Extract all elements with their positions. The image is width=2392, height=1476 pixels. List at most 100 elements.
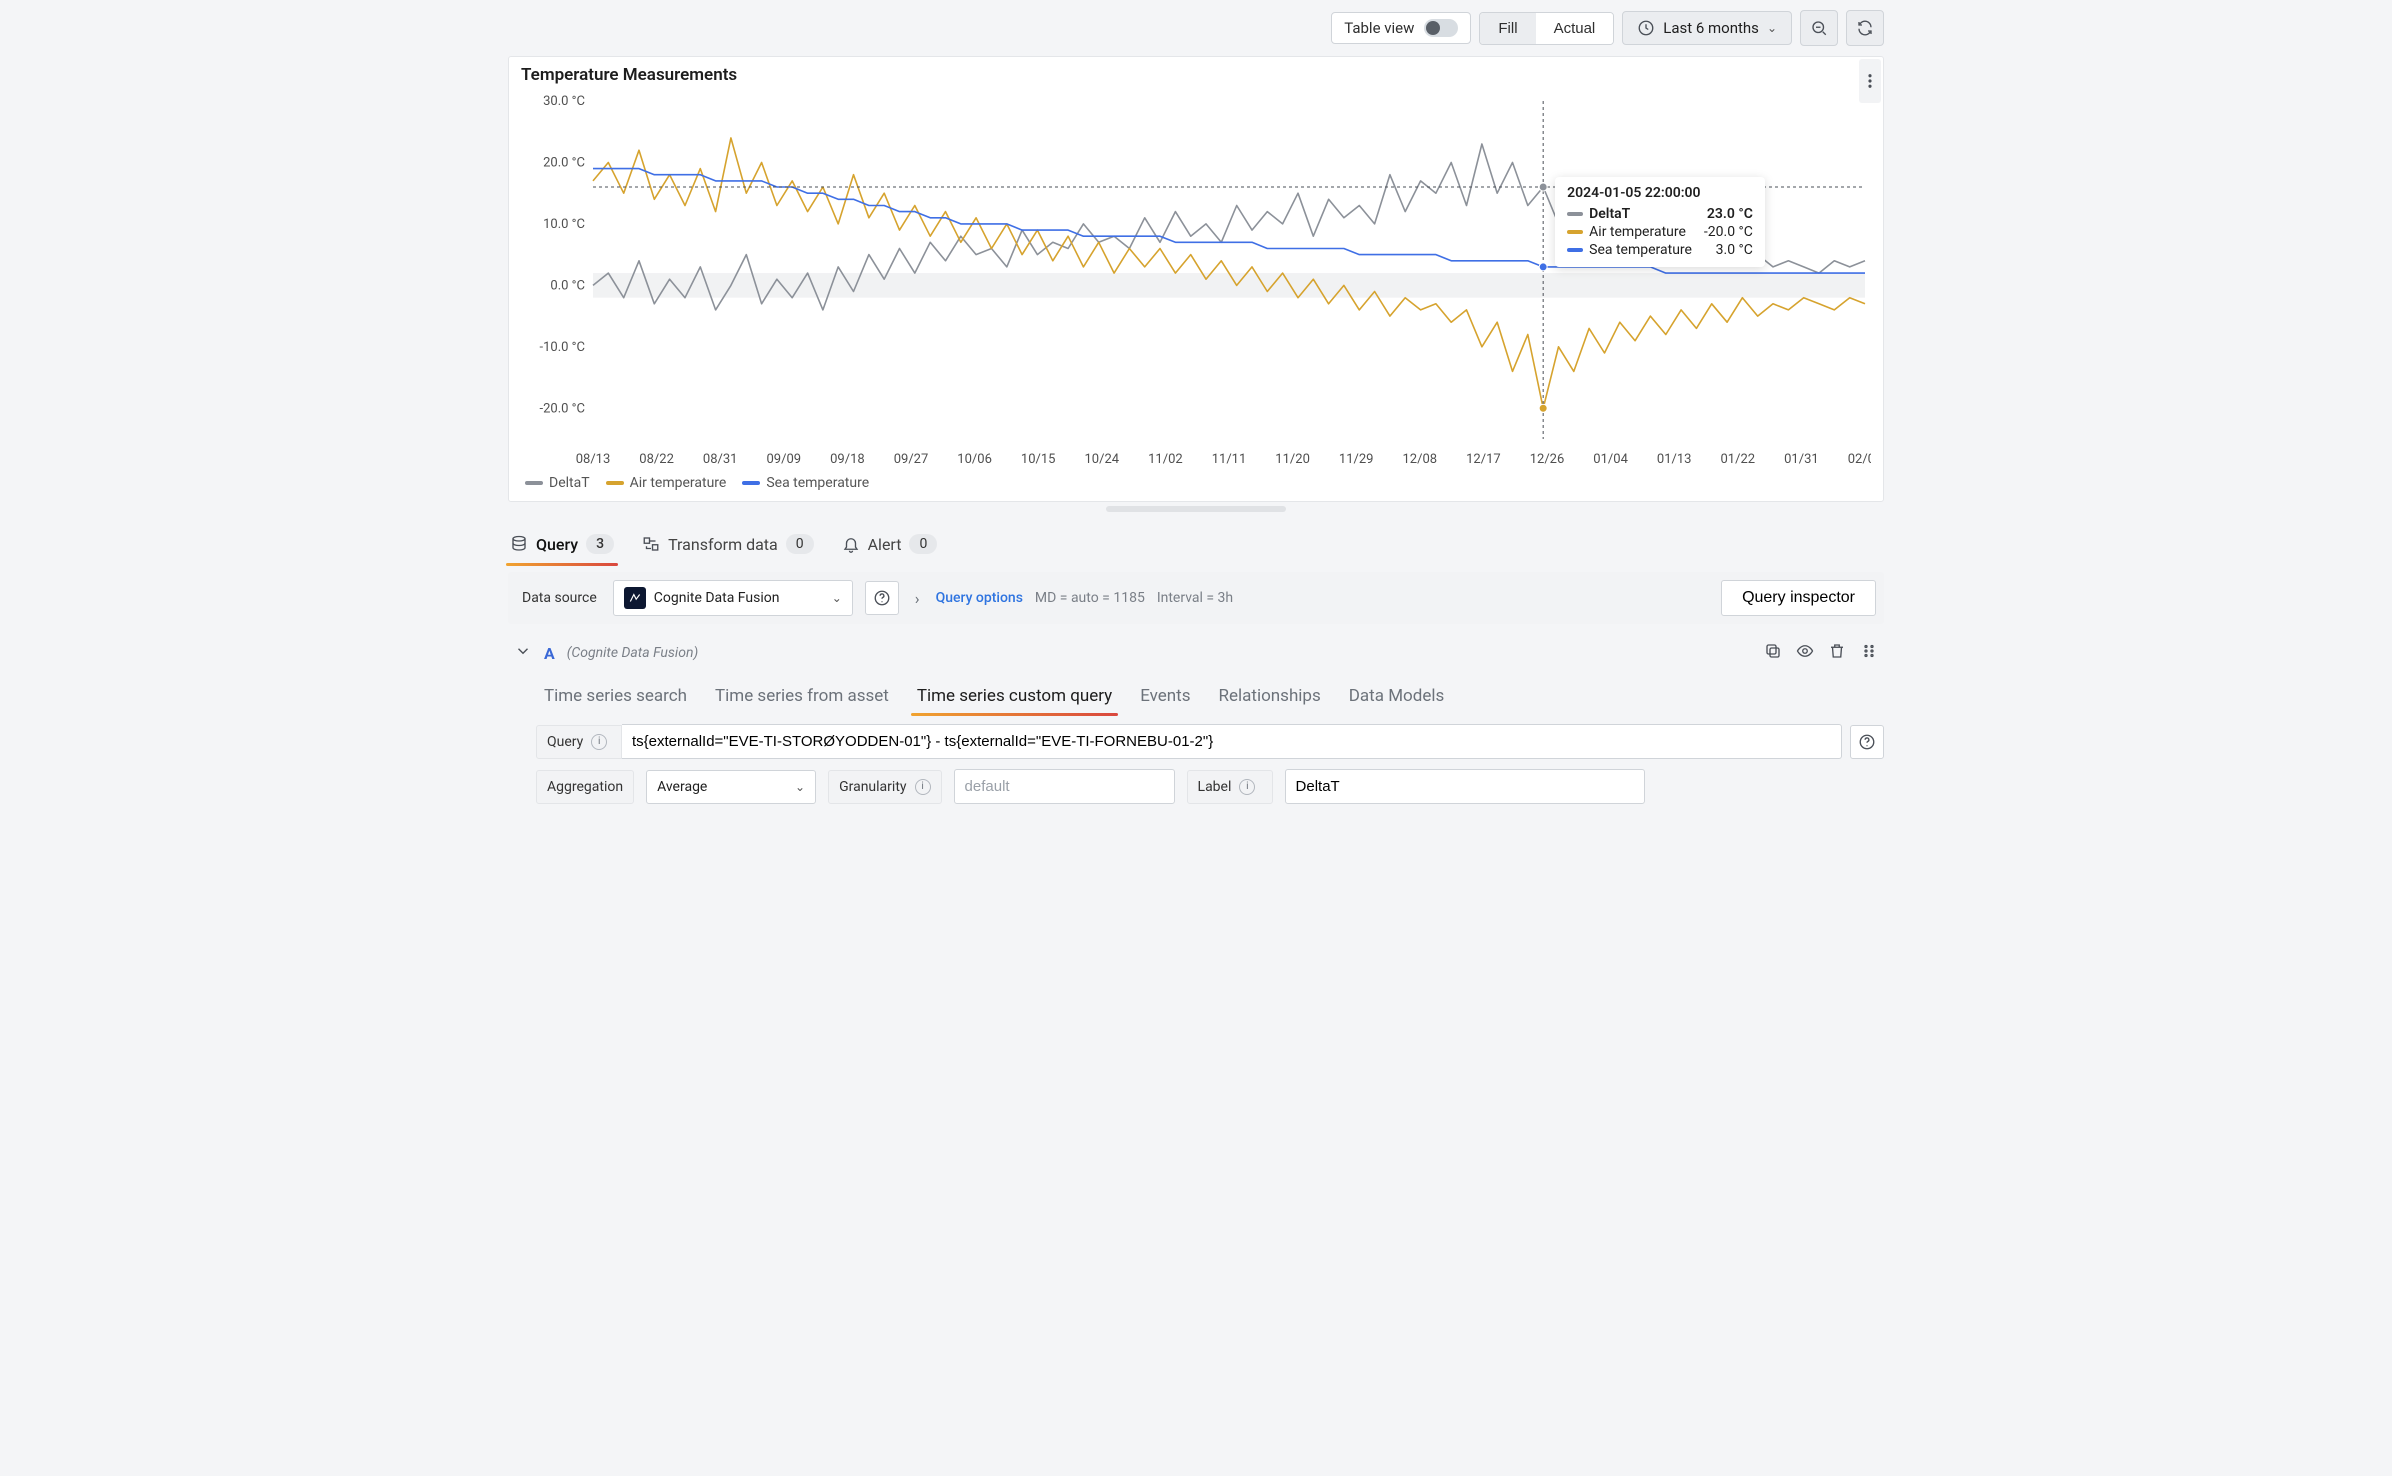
label-input[interactable] xyxy=(1285,769,1645,804)
legend-label: Air temperature xyxy=(630,475,727,491)
zoom-out-button[interactable] xyxy=(1800,10,1838,46)
delete-query-button[interactable] xyxy=(1828,642,1846,664)
aggregation-label: Aggregation xyxy=(536,770,634,804)
tooltip-series-name: Sea temperature xyxy=(1589,242,1692,258)
query-row-header: A (Cognite Data Fusion) xyxy=(508,624,1884,668)
tab-alert-count: 0 xyxy=(909,534,937,554)
info-icon[interactable]: i xyxy=(591,734,607,750)
refresh-button[interactable] xyxy=(1846,10,1884,46)
subtab-relationships[interactable]: Relationships xyxy=(1219,686,1321,714)
toggle-visibility-button[interactable] xyxy=(1796,642,1814,664)
subtab-ts-custom-query[interactable]: Time series custom query xyxy=(917,686,1112,714)
tab-transform[interactable]: Transform data 0 xyxy=(642,534,814,564)
tab-query[interactable]: Query 3 xyxy=(510,534,614,564)
legend-item[interactable]: Sea temperature xyxy=(742,475,869,491)
aggregation-value: Average xyxy=(657,779,707,795)
svg-text:10/15: 10/15 xyxy=(1021,452,1056,467)
chart-panel: Temperature Measurements 30.0 °C20.0 °C1… xyxy=(508,56,1884,502)
svg-text:01/22: 01/22 xyxy=(1721,452,1756,467)
tab-query-count: 3 xyxy=(586,534,614,554)
subtab-data-models[interactable]: Data Models xyxy=(1349,686,1444,714)
label-field-label: Label i xyxy=(1187,770,1273,804)
alert-icon xyxy=(842,535,860,553)
svg-text:09/27: 09/27 xyxy=(894,452,929,467)
timeseries-chart[interactable]: 30.0 °C20.0 °C10.0 °C0.0 °C-10.0 °C-20.0… xyxy=(521,91,1871,471)
collapse-toggle[interactable] xyxy=(514,642,532,664)
query-inspector-button[interactable]: Query inspector xyxy=(1721,580,1876,616)
refresh-icon xyxy=(1856,19,1874,37)
legend-label: DeltaT xyxy=(549,475,590,491)
svg-text:11/29: 11/29 xyxy=(1339,452,1374,467)
legend-swatch-air xyxy=(606,481,624,485)
panel-menu-button[interactable] xyxy=(1859,59,1881,103)
tab-transform-count: 0 xyxy=(786,534,814,554)
kebab-icon xyxy=(1861,72,1879,90)
chevron-down-icon: ⌄ xyxy=(832,591,842,605)
tooltip-series-value: 3.0 °C xyxy=(1716,242,1753,258)
legend-swatch-deltat xyxy=(525,481,543,485)
query-input[interactable] xyxy=(622,724,1842,759)
tab-alert-label: Alert xyxy=(868,535,902,554)
tooltip-swatch xyxy=(1567,230,1583,234)
table-view-switch[interactable] xyxy=(1424,19,1458,37)
chart-tooltip: 2024-01-05 22:00:00 DeltaT23.0 °CAir tem… xyxy=(1555,177,1765,267)
tooltip-series-name: Air temperature xyxy=(1589,224,1686,240)
svg-text:09/09: 09/09 xyxy=(767,452,802,467)
help-icon xyxy=(873,589,891,607)
help-icon xyxy=(1858,733,1876,751)
tooltip-timestamp: 2024-01-05 22:00:00 xyxy=(1567,185,1753,201)
granularity-input[interactable] xyxy=(954,769,1175,804)
tooltip-row: DeltaT23.0 °C xyxy=(1567,205,1753,223)
svg-text:30.0 °C: 30.0 °C xyxy=(543,94,585,109)
svg-text:12/26: 12/26 xyxy=(1530,452,1565,467)
granularity-label: Granularity i xyxy=(828,770,941,804)
tab-query-label: Query xyxy=(536,535,578,554)
chart-legend: DeltaT Air temperature Sea temperature xyxy=(521,471,1871,495)
chevron-down-icon xyxy=(514,642,532,660)
tooltip-series-name: DeltaT xyxy=(1589,206,1630,222)
svg-text:10.0 °C: 10.0 °C xyxy=(543,217,585,232)
query-options-link[interactable]: Query options xyxy=(936,590,1023,606)
query-help-button[interactable] xyxy=(1850,725,1884,759)
datasource-selected: Cognite Data Fusion xyxy=(654,590,780,606)
info-icon[interactable]: i xyxy=(915,779,931,795)
editor-tabs: Query 3 Transform data 0 Alert 0 xyxy=(508,512,1884,564)
grip-icon xyxy=(1860,642,1878,660)
svg-text:02/09: 02/09 xyxy=(1848,452,1871,467)
svg-text:11/02: 11/02 xyxy=(1148,452,1183,467)
duplicate-query-button[interactable] xyxy=(1764,642,1782,664)
trash-icon xyxy=(1828,642,1846,660)
info-icon[interactable]: i xyxy=(1239,779,1255,795)
svg-text:-20.0 °C: -20.0 °C xyxy=(540,401,585,416)
svg-text:10/06: 10/06 xyxy=(957,452,992,467)
query-field-label: Query i xyxy=(536,725,622,759)
actual-button[interactable]: Actual xyxy=(1536,13,1614,44)
svg-text:08/22: 08/22 xyxy=(639,452,674,467)
subtab-ts-from-asset[interactable]: Time series from asset xyxy=(715,686,889,714)
drag-handle[interactable] xyxy=(1860,642,1878,664)
fill-button[interactable]: Fill xyxy=(1480,13,1535,44)
legend-label: Sea temperature xyxy=(766,475,869,491)
query-input-row: Query i xyxy=(508,724,1884,759)
table-view-label: Table view xyxy=(1344,19,1414,37)
legend-item[interactable]: Air temperature xyxy=(606,475,727,491)
clock-icon xyxy=(1637,19,1655,37)
md-meta: MD = auto = 1185 xyxy=(1035,590,1145,606)
legend-item[interactable]: DeltaT xyxy=(525,475,590,491)
subtab-ts-search[interactable]: Time series search xyxy=(544,686,687,714)
chevron-down-icon: ⌄ xyxy=(1767,21,1777,35)
datasource-select[interactable]: Cognite Data Fusion ⌄ xyxy=(613,580,853,616)
datasource-label: Data source xyxy=(516,590,601,606)
table-view-toggle[interactable]: Table view xyxy=(1331,12,1471,44)
tooltip-row: Sea temperature 3.0 °C xyxy=(1567,241,1753,259)
svg-text:12/17: 12/17 xyxy=(1466,452,1501,467)
datasource-help-button[interactable] xyxy=(865,581,899,615)
tab-alert[interactable]: Alert 0 xyxy=(842,534,938,564)
query-letter[interactable]: A xyxy=(544,644,555,663)
timerange-picker[interactable]: Last 6 months ⌄ xyxy=(1622,11,1792,45)
svg-text:09/18: 09/18 xyxy=(830,452,865,467)
svg-text:01/13: 01/13 xyxy=(1657,452,1692,467)
aggregation-select[interactable]: Average ⌄ xyxy=(646,770,816,804)
subtab-events[interactable]: Events xyxy=(1140,686,1190,714)
chevron-right-icon[interactable]: › xyxy=(911,589,924,608)
